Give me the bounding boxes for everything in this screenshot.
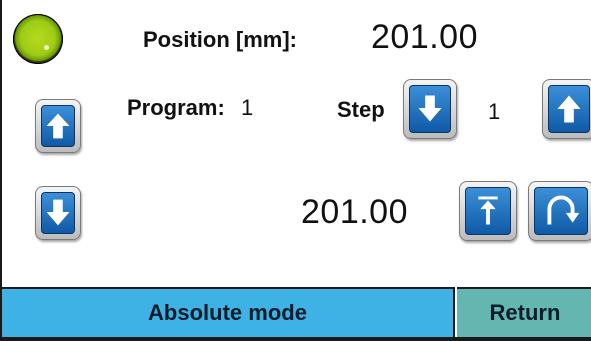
- arrow-up-icon: [557, 95, 581, 123]
- cycle-icon: [547, 195, 580, 225]
- return-button[interactable]: Return: [457, 287, 591, 337]
- arrow-down-icon: [418, 95, 442, 122]
- step-down-button[interactable]: [403, 79, 457, 139]
- step-label: Step: [337, 97, 385, 122]
- position-label: Position [mm]:: [143, 27, 297, 52]
- absolute-mode-label: Absolute mode: [148, 300, 307, 325]
- step-value: 1: [488, 99, 501, 124]
- move-to-top-icon: [478, 196, 498, 225]
- cycle-button[interactable]: [528, 181, 591, 241]
- return-label: Return: [489, 300, 561, 325]
- program-value: 1: [241, 95, 254, 120]
- arrow-up-icon: [46, 113, 70, 139]
- program-up-button[interactable]: [35, 99, 81, 153]
- arrow-down-icon: [46, 199, 70, 226]
- target-value: 201.00: [301, 193, 408, 231]
- step-up-button[interactable]: [542, 79, 591, 139]
- control-panel: Position [mm]: 201.00 Program: 1 Step 1 …: [0, 0, 591, 341]
- absolute-mode-button[interactable]: Absolute mode: [2, 287, 455, 337]
- status-lamp-icon: [13, 14, 63, 64]
- position-value: 201.00: [371, 18, 478, 56]
- program-label: Program:: [127, 95, 225, 120]
- move-to-position-button[interactable]: [459, 181, 517, 241]
- program-down-button[interactable]: [35, 186, 81, 240]
